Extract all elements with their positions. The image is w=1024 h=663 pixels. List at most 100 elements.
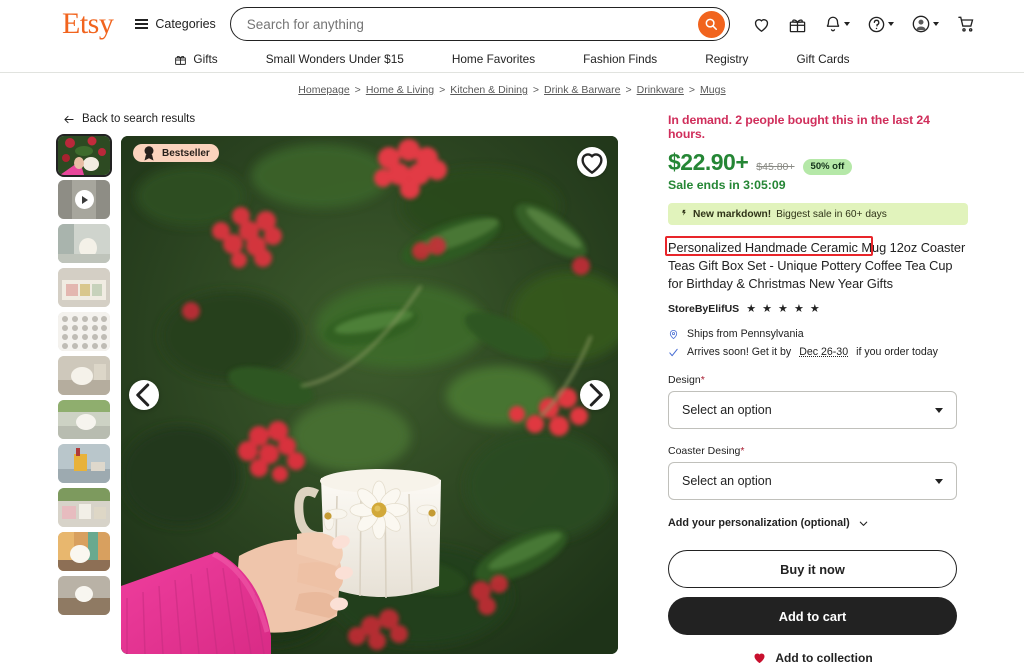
thumbnail-item[interactable] (58, 576, 110, 615)
site-header: Etsy Categories (0, 0, 1024, 48)
arrives-date[interactable]: Dec 26-30 (799, 346, 848, 358)
shop-name-link[interactable]: StoreByElifUS (668, 303, 739, 315)
etsy-logo[interactable]: Etsy (62, 9, 135, 39)
play-icon (74, 190, 94, 209)
subnav-label: Small Wonders Under $15 (265, 52, 404, 66)
product-gallery: Bestseller (56, 134, 658, 654)
coaster-field-label: Coaster Desing* (668, 445, 968, 457)
arrow-left-icon (64, 115, 74, 123)
add-to-collection-button[interactable]: Add to collection (668, 650, 957, 663)
breadcrumb-separator: > (532, 84, 540, 96)
search-button[interactable] (697, 10, 725, 38)
heart-icon (581, 153, 603, 175)
thumbnail-item[interactable] (58, 532, 110, 571)
breadcrumb-item-home-living[interactable]: Home & Living (366, 84, 434, 96)
hamburger-icon (135, 19, 149, 29)
favorite-button[interactable] (577, 147, 607, 177)
subnav-item-gift-cards[interactable]: Gift Cards (772, 52, 873, 66)
chevron-right-icon (589, 383, 603, 407)
add-to-cart-button[interactable]: Add to cart (668, 597, 957, 636)
check-icon (669, 348, 678, 357)
breadcrumb-separator: > (625, 84, 632, 96)
thumbnail-item[interactable] (56, 134, 112, 177)
design-select-value: Select an option (682, 403, 772, 418)
current-price: $22.90+ (668, 149, 749, 175)
back-link-label: Back to search results (82, 113, 196, 125)
cart-icon[interactable] (956, 14, 976, 34)
coaster-select[interactable]: Select an option (668, 462, 957, 501)
thumbnail-item[interactable] (58, 268, 110, 307)
chevron-down-icon (935, 407, 943, 413)
thumbnail-item[interactable] (58, 312, 110, 351)
next-image-button[interactable] (580, 380, 610, 410)
help-icon[interactable] (867, 15, 894, 34)
product-photo (121, 136, 618, 654)
product-page: Back to search results Bestseller In dem… (0, 103, 1024, 663)
markdown-bold-text: New markdown! (693, 208, 772, 220)
heart-filled-icon (754, 654, 765, 663)
shipping-info: Ships from Pennsylvania Arrives soon! Ge… (668, 328, 968, 358)
breadcrumb-item-mugs[interactable]: Mugs (700, 84, 726, 96)
bestseller-badge: Bestseller (133, 144, 219, 162)
subnav-item-registry[interactable]: Registry (681, 52, 772, 66)
bell-icon[interactable] (824, 15, 850, 33)
in-demand-text: In demand. 2 people bought this in the l… (668, 113, 930, 141)
previous-image-button[interactable] (129, 380, 159, 410)
design-field-label: Design* (668, 374, 968, 386)
thumbnail-item[interactable] (58, 400, 110, 439)
design-select[interactable]: Select an option (668, 391, 957, 430)
breadcrumb-item-drinkware[interactable]: Drinkware (637, 84, 684, 96)
breadcrumb-item-drink-barware[interactable]: Drink & Barware (544, 84, 620, 96)
subnav-item-small-wonders[interactable]: Small Wonders Under $15 (242, 52, 428, 66)
back-to-search-results-link[interactable]: Back to search results (58, 103, 658, 136)
rating-stars[interactable]: ★ ★ ★ ★ ★ (746, 302, 821, 315)
arrives-row: Arrives soon! Get it by Dec 26-30 if you… (668, 346, 968, 358)
breadcrumb-item-kitchen-dining[interactable]: Kitchen & Dining (450, 84, 528, 96)
price-tag-down-icon (682, 209, 686, 216)
subnav-item-home-favorites[interactable]: Home Favorites (428, 52, 559, 66)
bestseller-label: Bestseller (162, 147, 210, 159)
chevron-down-icon (843, 22, 850, 26)
coaster-label-text: Coaster Desing (668, 445, 741, 458)
arrives-prefix: Arrives soon! Get it by (687, 346, 792, 359)
arrives-suffix: if you order today (856, 346, 938, 359)
chevron-down-icon (935, 478, 943, 484)
page-title[interactable]: Personalized Handmade Ceramic Mug 12oz C… (668, 239, 968, 293)
gift-icon[interactable] (788, 15, 807, 34)
ships-from-text: Ships from Pennsylvania (687, 328, 804, 341)
sale-countdown: Sale ends in 3:05:09 (668, 178, 786, 192)
subnav-item-fashion-finds[interactable]: Fashion Finds (559, 52, 681, 66)
search-bar[interactable] (229, 7, 730, 41)
markdown-banner: New markdown! Biggest sale in 60+ days (668, 203, 968, 225)
design-label-text: Design (668, 374, 701, 387)
subnav-item-gifts[interactable]: Gifts (150, 52, 241, 66)
account-icon[interactable] (911, 14, 939, 34)
thumbnail-item[interactable] (58, 356, 110, 395)
buy-it-now-button[interactable]: Buy it now (668, 550, 957, 589)
subnav-label: Registry (705, 52, 749, 66)
coaster-select-value: Select an option (682, 474, 772, 489)
location-pin-icon (669, 330, 678, 340)
header-icon-group (752, 14, 976, 34)
chevron-down-icon (887, 22, 894, 26)
breadcrumb-item-homepage[interactable]: Homepage (298, 84, 349, 96)
required-asterisk: * (700, 374, 705, 387)
chevron-down-icon (932, 22, 939, 26)
main-product-image[interactable]: Bestseller (121, 136, 618, 654)
search-input[interactable] (246, 16, 698, 32)
thumbnail-item[interactable] (58, 444, 110, 483)
breadcrumb: Homepage > Home & Living > Kitchen & Din… (0, 73, 1024, 103)
favorites-icon[interactable] (752, 15, 771, 34)
thumbnail-item[interactable] (58, 224, 110, 263)
personalization-toggle[interactable]: Add your personalization (optional) (668, 517, 968, 529)
product-title-block: Personalized Handmade Ceramic Mug 12oz C… (665, 236, 968, 293)
subnav-label: Gifts (193, 52, 218, 66)
thumbnail-item[interactable] (58, 488, 110, 527)
categories-button[interactable]: Categories (135, 17, 229, 31)
personalization-label: Add your personalization (optional) (668, 517, 850, 530)
thumbnail-video-item[interactable] (58, 180, 110, 219)
subnav-label: Fashion Finds (583, 52, 658, 66)
gallery-column: Back to search results Bestseller (56, 103, 658, 663)
chevron-down-icon (859, 521, 868, 526)
subnav-label: Home Favorites (451, 52, 536, 66)
